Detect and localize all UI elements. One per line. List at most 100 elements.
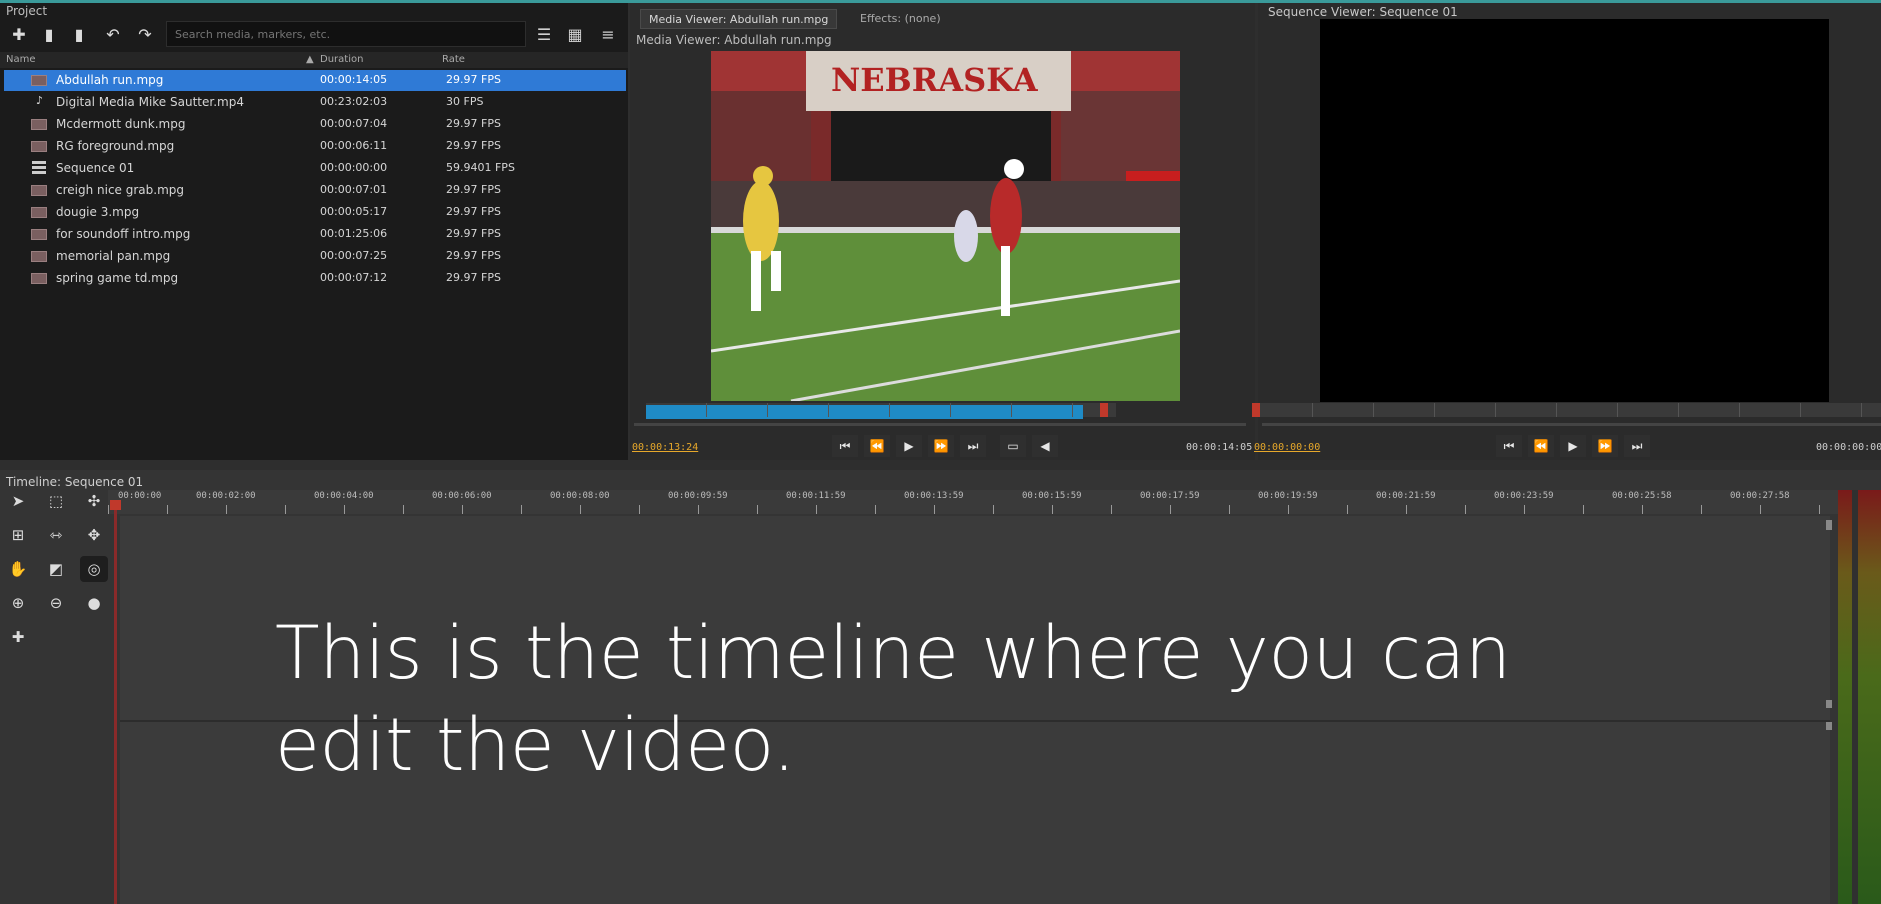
play-icon[interactable]: ▶	[896, 435, 922, 457]
ruler-label: 00:00:25:58	[1612, 491, 1672, 501]
select-tool-icon[interactable]: ⬚	[42, 488, 70, 514]
ruler-label: 00:00:21:59	[1376, 491, 1436, 501]
add-track-icon[interactable]: ✚	[4, 624, 32, 650]
ruler-ticks	[108, 505, 1840, 514]
open-file-icon[interactable]: ▮	[36, 22, 62, 46]
record-icon[interactable]: ●	[80, 590, 108, 616]
audio-meter-divider	[1852, 490, 1858, 904]
column-name[interactable]: Name	[6, 54, 36, 65]
zoom-in-icon[interactable]: ⊕	[4, 590, 32, 616]
transition-tool-icon[interactable]: ◩	[42, 556, 70, 582]
media-row[interactable]: ♪ Digital Media Mike Sautter.mp4 00:23:0…	[4, 92, 626, 113]
media-progress-bar[interactable]	[646, 403, 1116, 419]
project-panel: Project ✚ ▮ ▮ ↶ ↷ ☰ ▦ ≡ Name ▲ Duration …	[0, 3, 628, 460]
hand-tool-icon[interactable]: ✋	[4, 556, 32, 582]
media-hscroll[interactable]	[634, 423, 1246, 426]
media-row[interactable]: Sequence 01 00:00:00:00 59.9401 FPS	[4, 158, 626, 179]
video-thumb-icon	[31, 251, 47, 262]
zoom-out-icon[interactable]: ⊖	[42, 590, 70, 616]
project-search-input[interactable]	[166, 21, 526, 47]
redo-icon[interactable]: ↷	[132, 22, 158, 46]
ripple-tool-icon[interactable]: ✣	[80, 488, 108, 514]
tree-view-icon[interactable]: ≡	[594, 21, 622, 47]
ruler-label: 00:00:27:58	[1730, 491, 1790, 501]
fast-forward-icon[interactable]: ⏩	[928, 435, 954, 457]
ruler-label: 00:00:13:59	[904, 491, 964, 501]
go-to-end-icon[interactable]: ⏭	[960, 435, 986, 457]
roll-tool-icon[interactable]: ✥	[80, 522, 108, 548]
timeline-playhead[interactable]	[114, 500, 117, 904]
tab-effects[interactable]: Effects: (none)	[852, 9, 949, 29]
video-frame-image: NEBRASKA	[711, 51, 1180, 401]
column-rate[interactable]: Rate	[442, 54, 465, 65]
video-thumb-icon	[31, 75, 47, 86]
list-view-icon[interactable]: ☰	[530, 21, 558, 47]
ruler-label: 00:00:15:59	[1022, 491, 1082, 501]
media-row[interactable]: Abdullah run.mpg 00:00:14:05 29.97 FPS	[4, 70, 626, 91]
media-end-timecode: 00:00:14:05	[1186, 442, 1253, 453]
slide-tool-icon[interactable]: ⇿	[42, 522, 70, 548]
icon-view-icon[interactable]: ▦	[561, 21, 589, 47]
ruler-label: 00:00:06:00	[432, 491, 492, 501]
media-row[interactable]: creigh nice grab.mpg 00:00:07:01 29.97 F…	[4, 180, 626, 201]
sequence-playhead[interactable]	[1252, 403, 1260, 417]
tutorial-caption: This is the timeline where you can edit …	[275, 611, 1511, 788]
media-row[interactable]: for soundoff intro.mpg 00:01:25:06 29.97…	[4, 224, 626, 245]
video-only-icon[interactable]: ▭	[1000, 435, 1026, 457]
ruler-label: 00:00:00	[118, 491, 162, 501]
audio-icon: ♪	[36, 94, 44, 107]
media-row[interactable]: dougie 3.mpg 00:00:05:17 29.97 FPS	[4, 202, 626, 223]
pointer-tool-icon[interactable]: ➤	[4, 488, 32, 514]
media-viewer-panel: Media Viewer: Abdullah run.mpg Effects: …	[630, 3, 1255, 460]
seq-rewind-icon[interactable]: ⏪	[1528, 435, 1554, 457]
timeline-ruler[interactable]: 00:00:00 00:00:02:00 00:00:04:00 00:00:0…	[108, 490, 1840, 514]
media-row[interactable]: memorial pan.mpg 00:00:07:25 29.97 FPS	[4, 246, 626, 267]
save-file-icon[interactable]: ▮	[66, 22, 92, 46]
seq-fast-forward-icon[interactable]: ⏩	[1592, 435, 1618, 457]
ruler-label: 00:00:09:59	[668, 491, 728, 501]
timeline-title: Timeline: Sequence 01	[6, 475, 144, 489]
new-item-icon[interactable]: ✚	[6, 22, 32, 46]
video-thumb-icon	[31, 273, 47, 284]
sequence-hscroll[interactable]	[1262, 423, 1881, 426]
seq-go-to-end-icon[interactable]: ⏭	[1624, 435, 1650, 457]
media-row[interactable]: Mcdermott dunk.mpg 00:00:07:04 29.97 FPS	[4, 114, 626, 135]
slip-tool-icon[interactable]: ⊞	[4, 522, 32, 548]
media-current-timecode: 00:00:13:24	[632, 442, 699, 453]
sequence-icon	[32, 161, 46, 175]
tab-media-viewer[interactable]: Media Viewer: Abdullah run.mpg	[640, 9, 838, 29]
project-panel-title: Project	[6, 4, 48, 18]
video-thumb-icon	[31, 185, 47, 196]
sequence-viewer-title: Sequence Viewer: Sequence 01	[1268, 5, 1458, 19]
undo-icon[interactable]: ↶	[100, 22, 126, 46]
ruler-label: 00:00:08:00	[550, 491, 610, 501]
column-duration[interactable]: Duration	[320, 54, 363, 65]
media-row[interactable]: RG foreground.mpg 00:00:06:11 29.97 FPS	[4, 136, 626, 157]
ruler-label: 00:00:02:00	[196, 491, 256, 501]
seq-go-to-start-icon[interactable]: ⏮	[1496, 435, 1522, 457]
go-to-start-icon[interactable]: ⏮	[832, 435, 858, 457]
sequence-current-timecode: 00:00:00:00	[1254, 442, 1321, 453]
media-row[interactable]: spring game td.mpg 00:00:07:12 29.97 FPS	[4, 268, 626, 289]
video-thumb-icon	[31, 207, 47, 218]
ruler-label: 00:00:19:59	[1258, 491, 1318, 501]
banner-text: NEBRASKA	[831, 61, 1039, 99]
media-playhead[interactable]	[1100, 403, 1108, 417]
seq-play-icon[interactable]: ▶	[1560, 435, 1586, 457]
snapping-toggle-icon[interactable]: ◎	[80, 556, 108, 582]
sequence-end-timecode: 00:00:00:00	[1816, 442, 1881, 453]
video-thumb-icon	[31, 229, 47, 240]
timeline-vscroll[interactable]	[1826, 520, 1832, 904]
sort-indicator-icon: ▲	[306, 54, 314, 65]
ruler-label: 00:00:23:59	[1494, 491, 1554, 501]
timeline-playhead-handle[interactable]	[110, 500, 121, 510]
sequence-viewer-screen	[1320, 19, 1829, 402]
rewind-icon[interactable]: ⏪	[864, 435, 890, 457]
audio-only-icon[interactable]: ◀	[1032, 435, 1058, 457]
sequence-scrub-bar[interactable]	[1252, 403, 1881, 417]
video-thumb-icon	[31, 141, 47, 152]
ruler-label: 00:00:04:00	[314, 491, 374, 501]
sequence-viewer-panel: Sequence Viewer: Sequence 01 00:00:00:00…	[1252, 3, 1881, 460]
project-column-header: Name ▲ Duration Rate	[0, 52, 628, 68]
video-thumb-icon	[31, 119, 47, 130]
